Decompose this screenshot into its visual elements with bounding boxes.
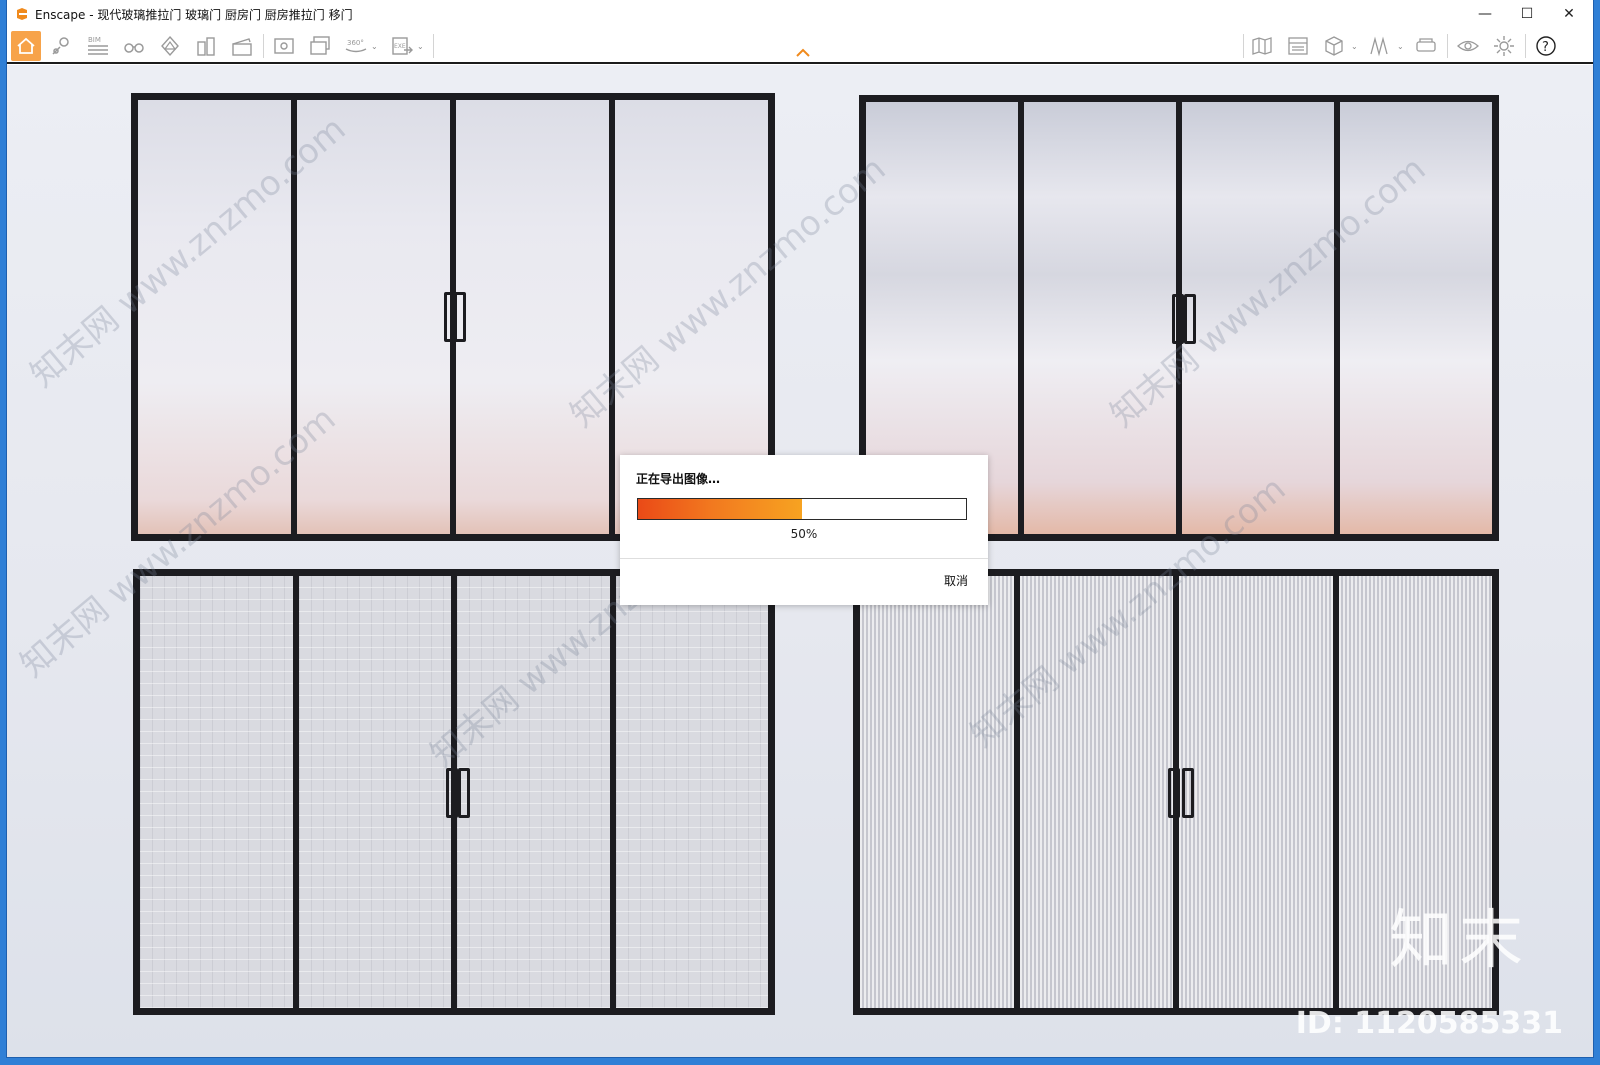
toolbar-separator xyxy=(263,34,264,58)
vr-headset-icon xyxy=(1416,38,1436,52)
glass-panel xyxy=(1179,576,1333,1008)
binoculars-button[interactable] xyxy=(119,31,149,61)
door-handle xyxy=(1184,294,1196,344)
views-button[interactable] xyxy=(1365,31,1395,61)
vr-headset-button[interactable] xyxy=(1411,31,1441,61)
maximize-button[interactable]: ☐ xyxy=(1507,0,1547,28)
svg-text:EXE: EXE xyxy=(394,43,406,50)
svg-text:BIM: BIM xyxy=(88,36,101,44)
glass-panel xyxy=(140,576,293,1008)
glass-panel xyxy=(1340,102,1492,534)
glass-panel xyxy=(456,100,609,534)
home-button[interactable] xyxy=(11,31,41,61)
buildings-icon xyxy=(197,37,215,56)
cube-icon xyxy=(1325,36,1343,56)
door-handle xyxy=(1172,294,1184,344)
cube-button[interactable] xyxy=(1319,31,1349,61)
progress-percent: 50% xyxy=(790,527,818,541)
glass-panel xyxy=(1182,102,1334,534)
atmosphere-button[interactable] xyxy=(155,31,185,61)
material-editor-button[interactable] xyxy=(1283,31,1313,61)
help-icon: ? xyxy=(1536,36,1556,56)
dialog-divider xyxy=(620,558,988,559)
binoculars-icon xyxy=(124,43,144,53)
progress-bar-fill xyxy=(638,499,802,519)
clapper-button[interactable] xyxy=(227,31,257,61)
asset-library-button[interactable] xyxy=(1247,31,1277,61)
svg-text:360°: 360° xyxy=(347,39,364,47)
batch-render-icon xyxy=(310,36,330,55)
views-icon xyxy=(1370,36,1388,57)
door-handle xyxy=(458,768,470,818)
dialog-title: 正在导出图像… xyxy=(636,472,721,486)
screenshot-icon xyxy=(274,38,294,54)
export-dropdown-caret[interactable]: ⌄ xyxy=(417,42,424,51)
glass-panel xyxy=(860,576,1014,1008)
glass-panel xyxy=(1019,576,1173,1008)
panorama-dropdown-caret[interactable]: ⌄ xyxy=(371,42,378,51)
glass-panel xyxy=(138,100,291,534)
toolbar-separator xyxy=(1525,34,1526,58)
material-editor-icon xyxy=(1288,37,1308,55)
brand-id-watermark: ID: 1120585331 xyxy=(1295,1006,1563,1041)
cube-dropdown-caret[interactable]: ⌄ xyxy=(1351,42,1358,51)
panorama-icon: 360° xyxy=(345,39,367,53)
progress-bar xyxy=(637,498,967,520)
glass-panel xyxy=(457,576,610,1008)
cancel-button[interactable]: 取消 xyxy=(944,572,968,589)
door-handle xyxy=(446,768,458,818)
app-window: Enscape - 现代玻璃推拉门 玻璃门 厨房门 厨房推拉门 移门 — ☐ ✕… xyxy=(6,0,1594,1058)
home-icon xyxy=(17,37,35,54)
export-exe-icon: EXE xyxy=(392,37,413,55)
door-handle xyxy=(1182,768,1194,818)
atmosphere-icon xyxy=(161,35,179,57)
location-button[interactable] xyxy=(47,31,77,61)
views-dropdown-caret[interactable]: ⌄ xyxy=(1397,42,1404,51)
glass-panel xyxy=(1024,102,1176,534)
batch-render-button[interactable] xyxy=(305,31,335,61)
glass-panel xyxy=(615,576,768,1008)
close-button[interactable]: ✕ xyxy=(1549,0,1589,28)
door-bottom-left xyxy=(133,569,775,1015)
door-handle xyxy=(454,292,466,342)
clapper-icon xyxy=(232,38,252,56)
asset-library-icon xyxy=(1252,37,1272,55)
toolbar-separator xyxy=(1447,34,1448,58)
location-icon xyxy=(52,37,69,55)
glass-panel xyxy=(297,100,450,534)
settings-button[interactable] xyxy=(1489,31,1519,61)
gear-icon xyxy=(1494,36,1514,56)
export-progress-dialog: 正在导出图像… 50% 取消 xyxy=(620,455,988,605)
bim-icon: BIM xyxy=(88,36,108,55)
minimize-button[interactable]: — xyxy=(1465,0,1505,28)
glass-panel xyxy=(298,576,451,1008)
window-title: Enscape - 现代玻璃推拉门 玻璃门 厨房门 厨房推拉门 移门 xyxy=(35,7,353,22)
enscape-logo-icon xyxy=(17,8,27,20)
toolbar-separator xyxy=(433,34,434,58)
buildings-button[interactable] xyxy=(191,31,221,61)
toolbar-separator xyxy=(1243,34,1244,58)
svg-text:?: ? xyxy=(1542,40,1549,55)
collapse-toolbar-icon[interactable] xyxy=(795,46,811,58)
brand-watermark: 知末 xyxy=(1389,904,1529,978)
bim-button[interactable]: BIM xyxy=(83,31,113,61)
door-handle xyxy=(1168,768,1180,818)
screenshot-button[interactable] xyxy=(269,31,299,61)
panorama-button[interactable]: 360° xyxy=(341,31,371,61)
title-bar: Enscape - 现代玻璃推拉门 玻璃门 厨房门 厨房推拉门 移门 — ☐ ✕ xyxy=(7,0,1593,28)
export-exe-button[interactable]: EXE xyxy=(387,31,417,61)
visibility-button[interactable] xyxy=(1453,31,1483,61)
help-button[interactable]: ? xyxy=(1531,31,1561,61)
eye-icon xyxy=(1457,40,1479,52)
main-toolbar: BIM 360° ⌄ EXE ⌄ ⌄ ⌄ ? xyxy=(7,28,1593,64)
